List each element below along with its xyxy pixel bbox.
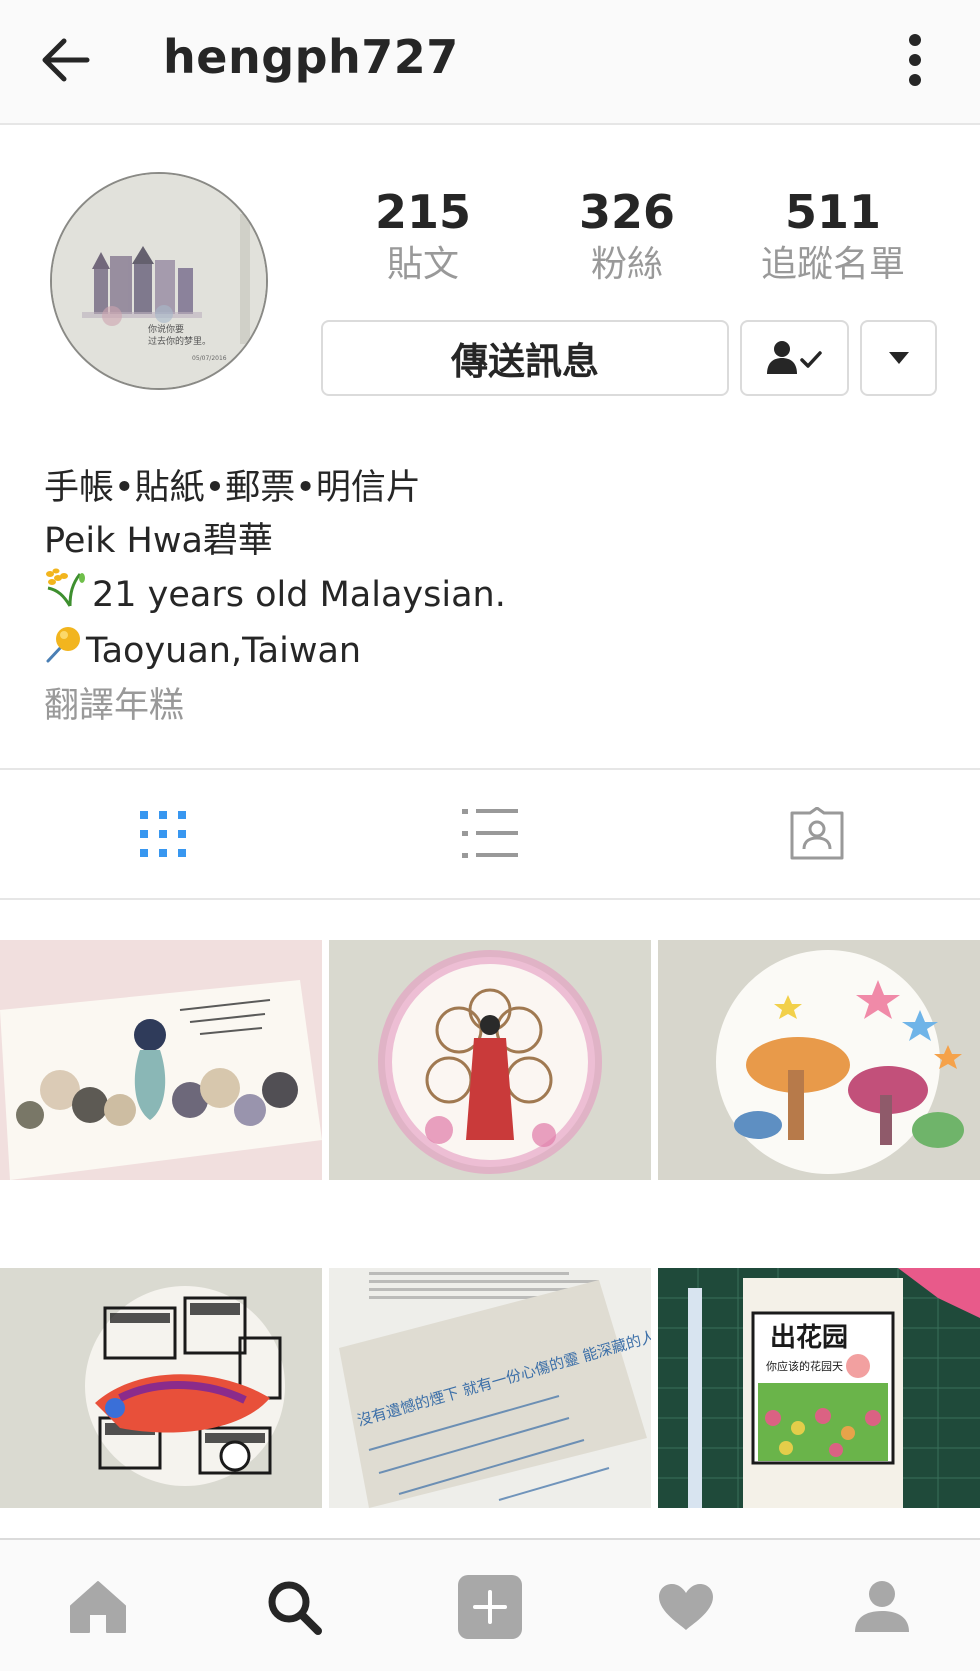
person-check-icon xyxy=(766,341,822,374)
translate-bio-link[interactable]: 翻譯年糕 xyxy=(44,680,944,733)
back-button[interactable] xyxy=(36,28,96,92)
bio-line-location: Taoyuan,Taiwan xyxy=(44,624,944,680)
posts-stat[interactable]: 215 貼文 xyxy=(323,186,523,290)
photo-grid: 沒有遺憾的煙下 就有一份心傷的靈 能深藏的人依舊守著 也沒捨棄的初衷 陳華心美醉… xyxy=(0,900,980,1538)
avatar-signature: 05/07/2016 xyxy=(192,355,227,362)
profile-icon xyxy=(855,1580,909,1632)
top-app-bar: hengph727 xyxy=(0,0,980,125)
tab-list-view[interactable] xyxy=(327,770,653,898)
bio-location-text: Taoyuan,Taiwan xyxy=(86,631,362,671)
home-icon xyxy=(70,1580,126,1633)
avatar-caption-1: 你说你要 xyxy=(148,323,184,335)
bio-age-text: 21 years old Malaysian. xyxy=(92,575,506,615)
add-post-icon xyxy=(458,1574,522,1639)
photo-tile-1[interactable] xyxy=(0,940,322,1180)
photo-tile-5[interactable]: 沒有遺憾的煙下 就有一份心傷的靈 能深藏的人依舊守著 也沒捨棄的初衷 陳華心美醉… xyxy=(329,1268,651,1508)
arrow-left-icon xyxy=(42,38,90,82)
posts-count: 215 xyxy=(374,185,472,239)
bottom-navigation xyxy=(0,1538,980,1671)
kebab-menu-icon xyxy=(909,34,921,86)
rice-emoji-icon xyxy=(44,568,90,624)
photo-tile-6[interactable]: 出花园 你应该的花园天 xyxy=(658,1268,980,1508)
list-view-icon xyxy=(462,809,518,858)
nav-activity[interactable] xyxy=(588,1540,784,1671)
avatar-caption-2: 过去你的梦里。 xyxy=(148,335,211,347)
avatar-artwork: 你说你要 过去你的梦里。 05/07/2016 xyxy=(52,174,266,388)
followers-count: 326 xyxy=(578,185,676,239)
card-title: 出花园 xyxy=(770,1323,848,1353)
search-icon xyxy=(268,1581,322,1635)
tab-tagged-view[interactable] xyxy=(654,770,980,898)
nav-profile[interactable] xyxy=(784,1540,980,1671)
profile-avatar[interactable]: 你说你要 过去你的梦里。 05/07/2016 xyxy=(50,172,268,390)
following-button[interactable] xyxy=(740,320,849,396)
heart-icon xyxy=(659,1583,713,1630)
more-options-button[interactable] xyxy=(893,28,937,92)
suggested-dropdown-button[interactable] xyxy=(860,320,937,396)
following-label: 追蹤名單 xyxy=(760,244,905,285)
triangle-down-icon xyxy=(888,352,909,364)
nav-add-post[interactable] xyxy=(392,1540,588,1671)
grid-view-icon xyxy=(140,811,186,857)
bio-line-name: Peik Hwa碧華 xyxy=(44,521,273,561)
send-message-button[interactable]: 傳送訊息 xyxy=(321,320,729,396)
photo-tile-2[interactable] xyxy=(329,940,651,1180)
following-stat[interactable]: 511 追蹤名單 xyxy=(733,186,933,290)
following-count: 511 xyxy=(784,185,882,239)
bio-line-categories: 手帳•貼紙•郵票•明信片 xyxy=(44,468,421,508)
followers-label: 粉絲 xyxy=(590,244,663,285)
send-message-label: 傳送訊息 xyxy=(451,340,599,383)
nav-search[interactable] xyxy=(196,1540,392,1671)
posts-label: 貼文 xyxy=(386,244,459,285)
photo-tile-3[interactable] xyxy=(658,940,980,1180)
card-subtitle: 你应该的花园天 xyxy=(766,1359,843,1373)
tagged-person-icon xyxy=(790,807,844,860)
bio-line-age: 21 years old Malaysian. xyxy=(44,568,944,624)
round-pushpin-icon xyxy=(44,624,84,680)
profile-bio: 手帳•貼紙•郵票•明信片 Peik Hwa碧華 21 years old Mal… xyxy=(44,462,944,733)
followers-stat[interactable]: 326 粉絲 xyxy=(527,186,727,290)
tab-grid-view[interactable] xyxy=(0,770,326,898)
profile-username: hengph727 xyxy=(163,30,459,84)
nav-home[interactable] xyxy=(0,1540,196,1671)
profile-view-tabs xyxy=(0,768,980,900)
photo-tile-4[interactable] xyxy=(0,1268,322,1508)
